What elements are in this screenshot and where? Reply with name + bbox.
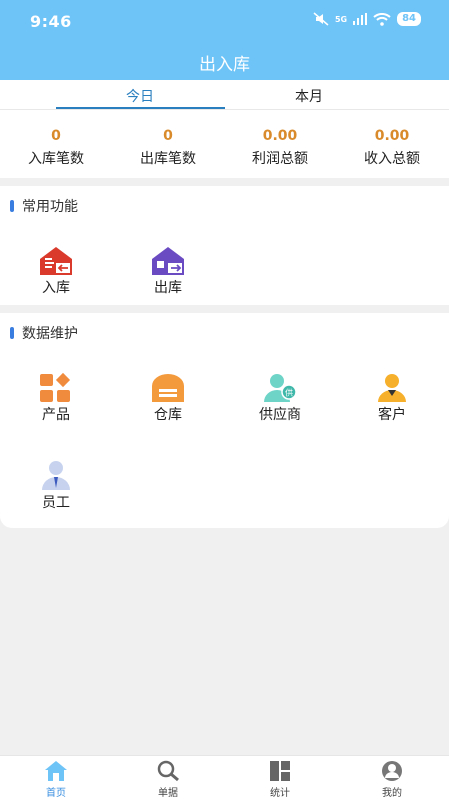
stat-out-count: 0 出库笔数 [112, 128, 224, 168]
stat-profit-total: 0.00 利润总额 [224, 128, 336, 168]
function-label: 仓库 [154, 407, 182, 423]
section-title-text: 数据维护 [22, 326, 78, 342]
bottom-navigation: 首页 单据 统计 我的 [0, 755, 449, 800]
function-label: 产品 [42, 407, 70, 423]
tab-divider [0, 109, 449, 110]
warehouse-in-button[interactable]: 入库 [0, 245, 112, 297]
nav-item-stats[interactable]: 统计 [224, 760, 336, 799]
network-label: 5G [334, 14, 348, 24]
app-header: 9:46 5G 84 出入库 [0, 0, 449, 80]
wifi-icon [373, 12, 391, 26]
profile-icon [382, 761, 402, 781]
product-icon [40, 372, 71, 402]
data-maintenance-title: 数据维护 [10, 323, 78, 343]
customer-icon [378, 374, 406, 402]
stat-label: 出库笔数 [140, 151, 196, 167]
status-bar: 9:46 5G 84 [0, 0, 449, 40]
nav-label: 单据 [158, 788, 178, 799]
function-label: 员工 [42, 495, 70, 511]
warehouse-out-icon [152, 247, 184, 275]
signal-icon [353, 13, 368, 25]
function-label: 客户 [378, 407, 406, 423]
stat-value: 0.00 [374, 128, 410, 144]
product-button[interactable]: 产品 [0, 372, 112, 424]
employee-button[interactable]: 员工 [0, 460, 112, 512]
nav-item-documents[interactable]: 单据 [112, 760, 224, 799]
battery-badge: 84 [397, 12, 421, 26]
stat-in-count: 0 入库笔数 [0, 128, 112, 168]
warehouse-button[interactable]: 仓库 [112, 372, 224, 424]
function-label: 出库 [154, 280, 182, 296]
employee-icon [42, 461, 70, 490]
stat-label: 利润总额 [252, 151, 308, 167]
nav-label: 我的 [382, 788, 402, 799]
section-title-text: 常用功能 [22, 199, 78, 215]
page-title: 出入库 [199, 55, 250, 75]
warehouse-in-icon [40, 247, 72, 275]
period-tabs: 今日 本月 [0, 80, 449, 110]
nav-item-profile[interactable]: 我的 [336, 760, 448, 799]
nav-label: 首页 [46, 788, 66, 799]
tab-month[interactable]: 本月 [225, 86, 393, 106]
supplier-button[interactable]: 供 供应商 [224, 372, 336, 424]
function-label: 入库 [42, 280, 70, 296]
warehouse-icon [152, 374, 184, 402]
section-marker [10, 200, 14, 212]
stat-income-total: 0.00 收入总额 [336, 128, 448, 168]
status-time: 9:46 [30, 12, 72, 31]
customer-button[interactable]: 客户 [336, 372, 448, 424]
tab-today[interactable]: 今日 [56, 86, 224, 106]
stats-icon [270, 761, 290, 781]
nav-label: 统计 [270, 788, 290, 799]
mute-icon [313, 12, 329, 26]
home-icon [45, 761, 67, 781]
status-icons: 5G 84 [313, 12, 421, 26]
stat-label: 入库笔数 [28, 151, 84, 167]
section-separator [0, 178, 449, 186]
stats-row: 0 入库笔数 0 出库笔数 0.00 利润总额 0.00 收入总额 [0, 128, 449, 173]
nav-item-home[interactable]: 首页 [0, 760, 112, 799]
search-icon [157, 760, 179, 782]
stat-value: 0 [163, 128, 173, 144]
stat-value: 0.00 [262, 128, 298, 144]
supplier-badge-text: 供 [285, 388, 293, 398]
section-separator [0, 305, 449, 313]
stat-value: 0 [51, 128, 61, 144]
common-functions-title: 常用功能 [10, 196, 78, 216]
warehouse-out-button[interactable]: 出库 [112, 245, 224, 297]
stat-label: 收入总额 [364, 151, 420, 167]
supplier-icon: 供 [264, 374, 297, 402]
section-marker [10, 327, 14, 339]
function-label: 供应商 [259, 407, 301, 423]
